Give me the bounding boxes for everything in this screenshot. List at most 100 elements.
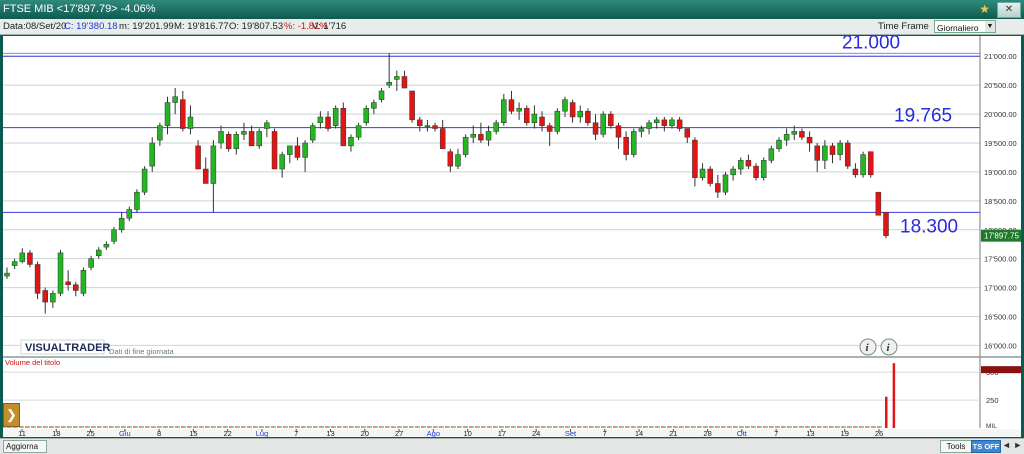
candle[interactable] [699, 168, 706, 178]
candle[interactable] [791, 131, 798, 135]
candle[interactable] [73, 284, 79, 291]
candle[interactable] [187, 116, 194, 129]
candle[interactable] [539, 116, 545, 126]
candle[interactable] [248, 131, 255, 147]
candle[interactable] [608, 113, 614, 126]
candle[interactable] [875, 191, 882, 216]
candle[interactable] [95, 249, 102, 257]
aggiorna-button[interactable]: Aggiorna [3, 440, 47, 453]
candle[interactable] [493, 122, 499, 132]
candle[interactable] [501, 99, 507, 124]
candle[interactable] [371, 102, 377, 109]
candle[interactable] [57, 252, 64, 294]
candle[interactable] [661, 119, 668, 126]
chevron-right-icon[interactable]: ❯ [3, 403, 20, 427]
candle[interactable] [845, 142, 851, 167]
candle[interactable] [638, 128, 645, 132]
candle[interactable] [363, 108, 369, 124]
candle[interactable] [134, 191, 140, 210]
candle[interactable] [707, 168, 713, 184]
candle[interactable] [822, 145, 828, 161]
scroll-arrows-icon[interactable]: ◄ ► [1002, 440, 1022, 450]
candle[interactable] [592, 122, 599, 135]
candle[interactable] [569, 102, 576, 118]
candle[interactable] [424, 125, 431, 127]
candle[interactable] [325, 116, 331, 129]
volume-bar[interactable] [885, 396, 888, 428]
candle[interactable] [745, 160, 752, 167]
candle[interactable] [88, 258, 94, 268]
candle[interactable] [478, 134, 484, 141]
price-chart[interactable]: 21.000 19.765 18.300 16'000.00 16'500.00 17'… [3, 36, 1021, 437]
candle[interactable] [585, 110, 591, 124]
candle[interactable] [455, 154, 461, 167]
candle[interactable] [241, 131, 247, 135]
candle[interactable] [646, 122, 652, 129]
candle[interactable] [195, 145, 201, 170]
ts-off-button[interactable]: TS OFF [971, 440, 1001, 453]
candle[interactable] [202, 168, 209, 184]
candle[interactable] [715, 183, 721, 193]
candle[interactable] [225, 134, 232, 150]
candle[interactable] [883, 212, 889, 236]
candle[interactable] [432, 125, 438, 129]
candle[interactable] [233, 134, 240, 150]
candle[interactable] [317, 116, 324, 124]
candle[interactable] [516, 108, 522, 112]
candle[interactable] [462, 136, 469, 155]
candle[interactable] [546, 125, 553, 132]
candle[interactable] [783, 134, 790, 141]
candle[interactable] [760, 160, 767, 178]
candle[interactable] [386, 82, 392, 86]
candle[interactable] [118, 217, 125, 231]
candle[interactable] [676, 119, 683, 129]
candle[interactable] [829, 145, 836, 155]
candle[interactable] [65, 281, 71, 285]
candle[interactable] [615, 125, 622, 138]
candle[interactable] [852, 168, 859, 176]
candle[interactable] [814, 145, 820, 161]
candle[interactable] [34, 264, 41, 294]
candle[interactable] [340, 108, 347, 147]
candle[interactable] [42, 290, 48, 303]
candle[interactable] [554, 110, 561, 132]
candle[interactable] [669, 119, 675, 126]
candle[interactable] [103, 243, 110, 248]
candle[interactable] [27, 252, 33, 265]
candle[interactable] [164, 102, 171, 126]
candle[interactable] [867, 151, 874, 176]
candle[interactable] [394, 76, 400, 80]
candle[interactable] [141, 168, 148, 193]
candle[interactable] [348, 136, 354, 147]
candle[interactable] [837, 142, 843, 155]
favorite-star-icon[interactable]: ★ [979, 2, 990, 16]
candle[interactable] [776, 139, 782, 150]
close-button[interactable]: ✕ [997, 2, 1021, 18]
candle[interactable] [416, 119, 423, 126]
candle[interactable] [799, 131, 805, 138]
timeframe-select[interactable]: Giornaliero ▼ [934, 20, 996, 33]
candle[interactable] [623, 136, 629, 155]
candle[interactable] [4, 272, 10, 277]
candle[interactable] [401, 76, 408, 89]
candle[interactable] [218, 131, 224, 144]
candle[interactable] [309, 125, 316, 141]
candle[interactable] [684, 128, 691, 138]
candle[interactable] [157, 125, 163, 141]
candle[interactable] [562, 99, 568, 112]
candle[interactable] [692, 139, 698, 178]
candle[interactable] [439, 128, 446, 150]
candle[interactable] [256, 131, 262, 147]
candle[interactable] [577, 110, 584, 118]
volume-bar[interactable] [892, 363, 896, 428]
candle[interactable] [531, 113, 538, 124]
candle[interactable] [508, 99, 515, 112]
candle[interactable] [210, 145, 217, 184]
candle[interactable] [768, 148, 775, 161]
candle[interactable] [11, 261, 18, 266]
candle[interactable] [287, 145, 293, 155]
candle[interactable] [19, 252, 26, 262]
candle[interactable] [378, 90, 385, 100]
candle[interactable] [730, 168, 736, 176]
candle[interactable] [149, 142, 155, 167]
